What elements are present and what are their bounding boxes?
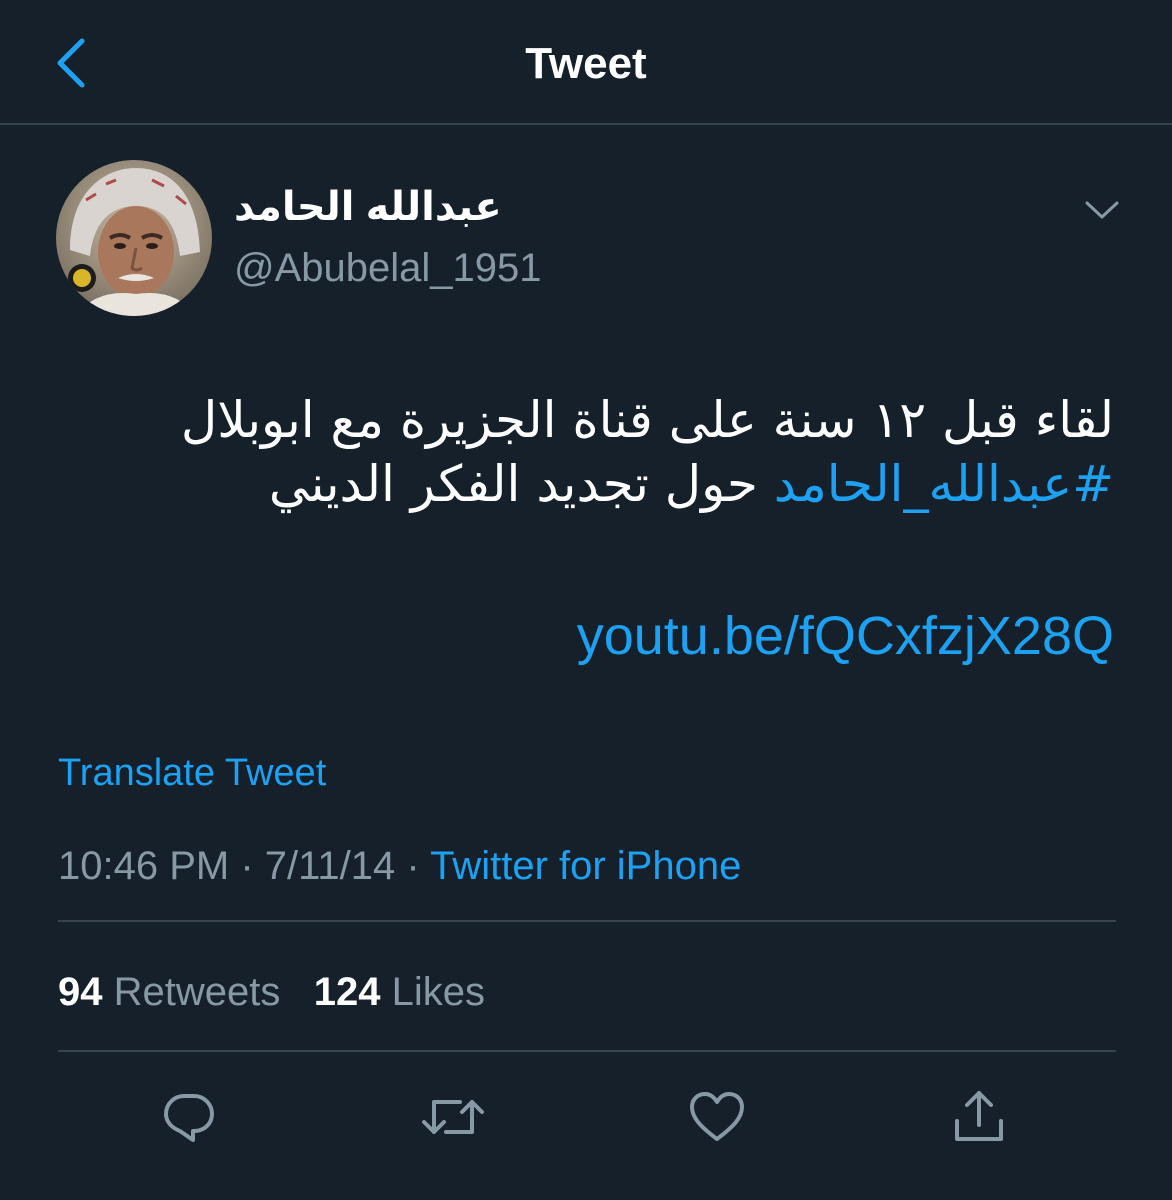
page-title: Tweet [525, 39, 647, 88]
top-bar: Tweet [0, 0, 1172, 125]
likes-label: Likes [391, 970, 485, 1014]
tweet-menu-button[interactable] [1076, 188, 1128, 232]
tweet-url-link[interactable]: youtu.be/fQCxfzjX28Q [577, 604, 1114, 668]
divider [58, 1050, 1116, 1052]
tweet-date: 7/11/14 [264, 844, 396, 888]
share-icon [955, 1091, 1003, 1141]
author-display-name[interactable]: عبدالله الحامد [234, 182, 534, 232]
reply-button[interactable] [154, 1082, 224, 1152]
retweets-label: Retweets [113, 970, 281, 1014]
retweets-stat[interactable]: 94 Retweets [58, 970, 280, 1014]
like-button[interactable] [682, 1082, 752, 1152]
profile-photo [56, 160, 212, 316]
divider [58, 920, 1116, 922]
hashtag-link[interactable]: #عبدالله_الحامد [774, 455, 1114, 513]
tweet-text-line: #عبدالله_الحامد حول تجديد الفكر الديني [54, 452, 1114, 516]
heart-icon [690, 1092, 744, 1141]
tweet-text-segment: حول تجديد الفكر الديني [268, 455, 774, 513]
tweet-source-link[interactable]: Twitter for iPhone [430, 844, 741, 888]
author-handle[interactable]: @Abubelal_1951 [234, 243, 542, 293]
reply-icon [164, 1094, 214, 1142]
share-button[interactable] [944, 1082, 1014, 1152]
tweet-text: لقاء قبل ١٢ سنة على قناة الجزيرة مع ابوب… [54, 388, 1114, 516]
meta-separator: · [395, 844, 431, 888]
avatar[interactable] [56, 160, 212, 316]
tweet-time: 10:46 PM [58, 844, 230, 888]
retweet-icon [422, 1100, 484, 1134]
retweet-button[interactable] [418, 1082, 488, 1152]
chevron-down-icon [1085, 201, 1119, 219]
meta-separator: · [229, 844, 265, 888]
retweets-count: 94 [58, 970, 103, 1014]
translate-tweet-link[interactable]: Translate Tweet [58, 750, 326, 796]
tweet-stats: 94 Retweets 124 Likes [58, 968, 485, 1016]
tweet-meta: 10:46 PM · 7/11/14 · Twitter for iPhone [58, 842, 741, 890]
likes-stat[interactable]: 124 Likes [314, 970, 485, 1014]
tweet-text-line: لقاء قبل ١٢ سنة على قناة الجزيرة مع ابوب… [180, 391, 1114, 449]
likes-count: 124 [313, 970, 381, 1014]
